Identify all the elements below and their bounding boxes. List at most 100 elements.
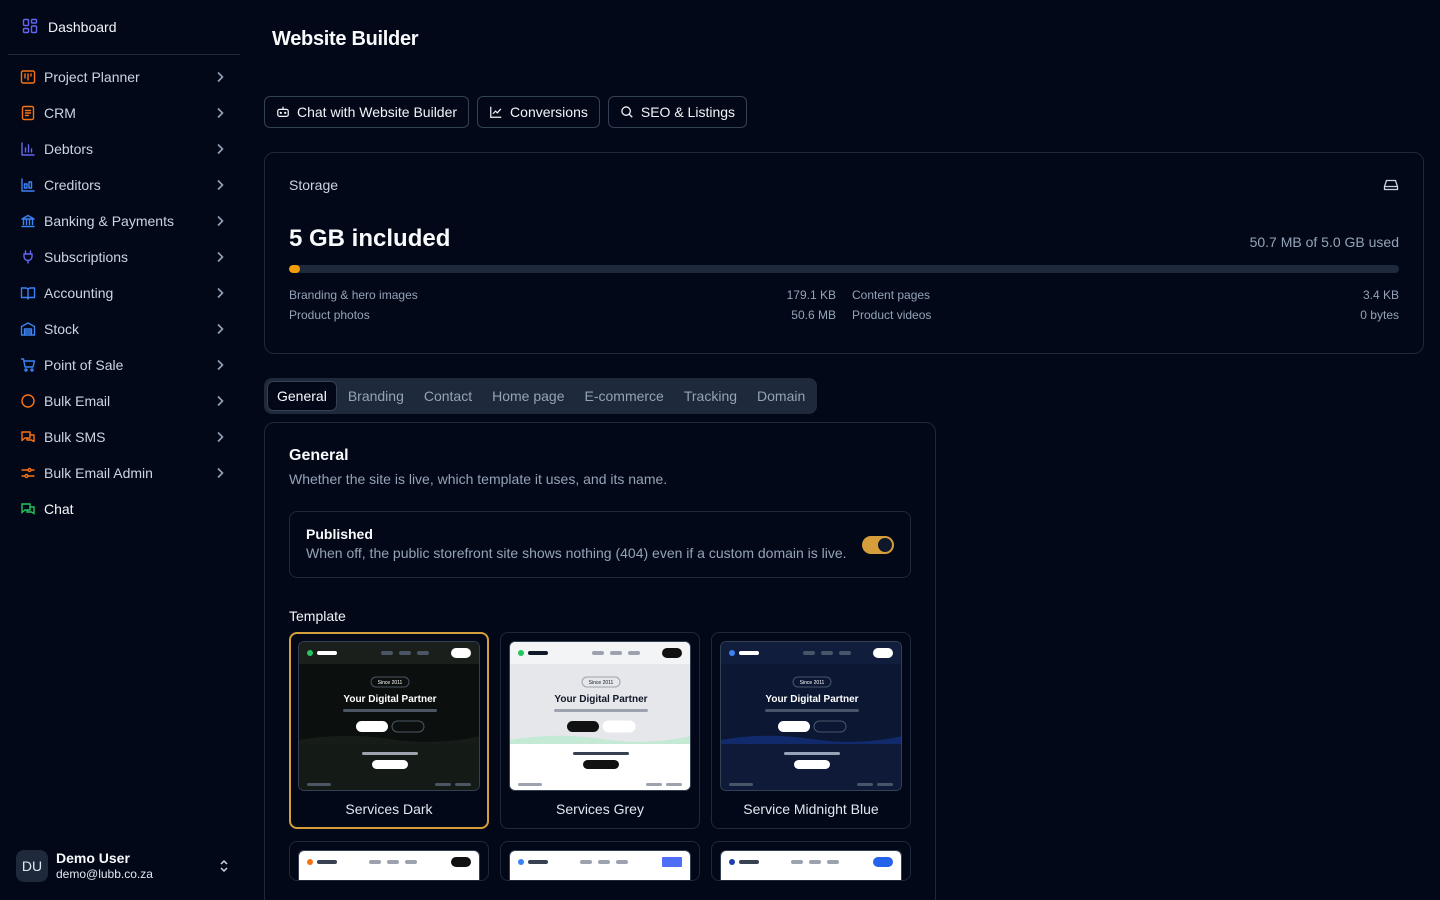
sidebar-item-crm[interactable]: CRM [8,95,240,131]
sidebar-item-stock[interactable]: Stock [8,311,240,347]
contact-card-icon [20,105,36,121]
template-thumbnail: Since 2011 Your Digital Partner [298,641,480,791]
sidebar-item-bulk-email-admin[interactable]: Bulk Email Admin [8,455,240,491]
button-label: Chat with Website Builder [297,104,458,120]
user-email: demo@lubb.co.za [56,867,153,882]
sidebar-item-point-of-sale[interactable]: Point of Sale [8,347,240,383]
chevron-right-icon [217,143,224,155]
chat-icon [20,501,36,517]
chevron-right-icon [217,323,224,335]
template-thumbnail: Since 2011 Your Digital Partner [720,641,902,791]
template-option-services-dark[interactable]: Since 2011 Your Digital Partner Services D… [289,632,489,829]
sidebar-item-label: Bulk Email [44,393,111,409]
chevron-right-icon [217,107,224,119]
book-icon [20,285,36,301]
template-label: Template [289,608,346,624]
chevron-right-icon [217,431,224,443]
settings-tabs: General Branding Contact Home page E-commerc… [264,378,818,414]
bar-chart-icon [20,141,36,157]
template-thumbnail: Since 2011 Your Digital Partner [509,641,691,791]
sidebar-dashboard-label: Dashboard [48,19,117,35]
button-label: SEO & Listings [640,104,736,120]
chat-with-website-builder-button[interactable]: Chat with Website Builder [264,96,470,128]
storage-breakdown-row: Product photos 50.6 MB [289,305,836,325]
sidebar-item-chat[interactable]: Chat [8,491,240,527]
page-title: Website Builder [272,28,419,50]
template-option-more-2[interactable] [500,841,700,881]
storage-breakdown-row: Content pages 3.4 KB [852,285,1399,305]
chevron-right-icon [217,359,224,371]
sidebar-item-subscriptions[interactable]: Subscriptions [8,239,240,275]
thumb-heading: Your Digital Partner [554,694,647,705]
kanban-icon [20,69,36,85]
thumb-heading: Your Digital Partner [343,694,436,705]
section-subtitle: Whether the site is live, which template… [289,471,668,487]
storage-breakdown-row: Branding & hero images 179.1 KB [289,285,836,305]
published-description: When off, the public storefront site sho… [306,545,847,561]
avatar: DU [16,850,48,882]
general-settings-card: General Whether the site is live, which … [264,422,936,900]
chevron-right-icon [217,251,224,263]
storage-used: 50.7 MB of 5.0 GB used [1249,234,1399,250]
template-option-more-1[interactable] [289,841,489,881]
template-thumbnail [720,850,902,880]
breakdown-label: Product photos [289,308,370,322]
bank-icon [20,213,36,229]
sidebar-item-label: Debtors [44,141,94,157]
button-label: Conversions [510,104,588,120]
plug-icon [20,249,36,265]
sidebar-item-label: Bulk SMS [44,429,106,445]
tab-e-commerce[interactable]: E-commerce [576,381,673,411]
cart-icon [20,357,36,373]
seo-listings-button[interactable]: SEO & Listings [607,96,748,128]
main-content: Website Builder Chat with Website Builde… [248,0,1440,900]
line-chart-icon [490,106,502,118]
toolbar: Chat with Website Builder Conversions SE… [264,96,748,128]
sidebar-item-label: Banking & Payments [44,213,174,229]
thumb-badge: Since 2011 [589,680,614,686]
tab-domain[interactable]: Domain [748,381,814,411]
breakdown-label: Branding & hero images [289,288,418,302]
breakdown-value: 50.6 MB [791,308,836,322]
template-thumbnail [298,850,480,880]
sidebar-item-bulk-sms[interactable]: Bulk SMS [8,419,240,455]
storage-progress-bar [289,265,1399,273]
chevron-right-icon [217,179,224,191]
sidebar-item-label: CRM [44,105,76,121]
tab-general[interactable]: General [267,381,337,411]
tab-contact[interactable]: Contact [415,381,481,411]
sidebar-item-label: Creditors [44,177,101,193]
sidebar-item-accounting[interactable]: Accounting [8,275,240,311]
template-name: Services Dark [345,801,433,817]
tab-tracking[interactable]: Tracking [675,381,746,411]
published-toggle[interactable] [862,535,894,554]
sidebar-item-debtors[interactable]: Debtors [8,131,240,167]
user-name: Demo User [56,850,130,867]
sidebar-item-creditors[interactable]: Creditors [8,167,240,203]
section-title: General [289,447,349,464]
template-option-service-midnight-blue[interactable]: Since 2011 Your Digital Partner Service Mi… [711,632,911,829]
published-setting: Published When off, the public storefron… [289,511,911,578]
chevron-right-icon [217,215,224,227]
template-option-services-grey[interactable]: Since 2011 Your Digital Partner Services G… [500,632,700,829]
storage-included: 5 GB included [289,225,451,252]
warehouse-icon [20,321,36,337]
breakdown-label: Content pages [852,288,931,302]
tab-home-page[interactable]: Home page [483,381,573,411]
sidebar-item-bulk-email[interactable]: Bulk Email [8,383,240,419]
sidebar-dashboard-link[interactable]: Dashboard [8,0,240,55]
sidebar-item-label: Subscriptions [44,249,129,265]
conversions-button[interactable]: Conversions [477,96,600,128]
chevron-right-icon [217,287,224,299]
sidebar-item-banking-and-payments[interactable]: Banking & Payments [8,203,240,239]
published-title: Published [306,526,373,542]
user-menu[interactable]: DU Demo User demo@lubb.co.za [8,844,240,888]
sliders-icon [20,465,36,481]
thumb-badge: Since 2011 [800,680,825,686]
sidebar-item-project-planner[interactable]: Project Planner [8,59,240,95]
tab-branding[interactable]: Branding [339,381,413,411]
storage-breakdown-row: Product videos 0 bytes [852,305,1399,325]
template-thumbnail [509,850,691,880]
storage-progress-fill [289,265,300,273]
template-option-more-3[interactable] [711,841,911,881]
